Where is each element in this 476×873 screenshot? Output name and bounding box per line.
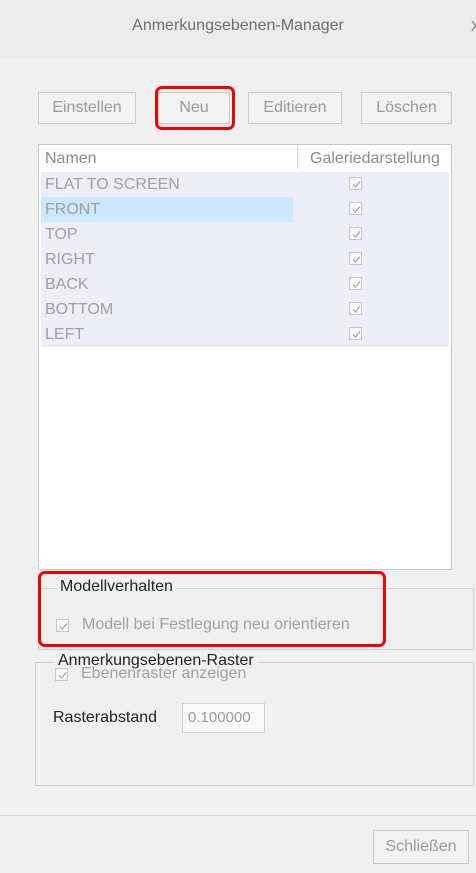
gallery-checkbox[interactable] [349, 327, 362, 340]
set-button[interactable]: Einstellen [38, 92, 136, 124]
row-name: TOP [45, 226, 78, 243]
delete-button[interactable]: Löschen [361, 92, 452, 124]
checkmark-icon [352, 206, 361, 213]
checkmark-icon [352, 256, 361, 263]
gallery-checkbox[interactable] [349, 227, 362, 240]
footer-separator [0, 815, 476, 816]
checkmark-icon [352, 181, 361, 188]
list-row[interactable]: LEFT [41, 322, 449, 347]
row-name: BACK [45, 276, 89, 293]
window-title: Anmerkungsebenen-Manager [132, 17, 344, 34]
column-divider [297, 145, 298, 169]
gallery-checkbox[interactable] [349, 277, 362, 290]
planes-list[interactable]: Namen Galeriedarstellung FLAT TO SCREEN F… [38, 144, 452, 570]
show-grid-label: Ebenenraster anzeigen [81, 665, 247, 682]
checkmark-icon [352, 281, 361, 288]
row-name: LEFT [45, 326, 85, 343]
column-header-gallery[interactable]: Galeriedarstellung [310, 150, 440, 168]
list-row[interactable]: RIGHT [41, 247, 449, 272]
list-row[interactable]: TOP [41, 222, 449, 247]
gallery-checkbox[interactable] [349, 252, 362, 265]
checkmark-icon [352, 331, 361, 338]
gallery-checkbox[interactable] [349, 177, 362, 190]
checkmark-icon [58, 672, 67, 679]
row-name: FLAT TO SCREEN [45, 176, 180, 193]
grid-spacing-input[interactable]: 0.100000 [182, 703, 265, 733]
edit-button[interactable]: Editieren [248, 92, 342, 124]
list-row[interactable]: FRONT [41, 197, 449, 222]
checkmark-icon [352, 231, 361, 238]
title-bar: Anmerkungsebenen-Manager x [0, 0, 476, 58]
list-row[interactable]: BACK [41, 272, 449, 297]
show-grid-checkbox[interactable] [55, 668, 68, 681]
model-behavior-highlight [38, 571, 386, 647]
close-window-icon[interactable]: x [471, 15, 476, 36]
row-name: RIGHT [45, 251, 95, 268]
close-button[interactable]: Schließen [373, 830, 469, 864]
row-name: BOTTOM [45, 301, 114, 318]
list-row[interactable]: BOTTOM [41, 297, 449, 322]
column-header-name[interactable]: Namen [45, 150, 97, 168]
list-header: Namen Galeriedarstellung [39, 145, 451, 169]
new-button-highlight [155, 86, 235, 130]
checkmark-icon [352, 306, 361, 313]
grid-spacing-label: Rasterabstand [53, 709, 158, 726]
gallery-checkbox[interactable] [349, 302, 362, 315]
gallery-checkbox[interactable] [349, 202, 362, 215]
annotation-plane-manager-dialog: Anmerkungsebenen-Manager x Einstellen Ne… [0, 0, 476, 873]
list-row[interactable]: FLAT TO SCREEN [41, 172, 449, 197]
row-name: FRONT [45, 201, 101, 218]
